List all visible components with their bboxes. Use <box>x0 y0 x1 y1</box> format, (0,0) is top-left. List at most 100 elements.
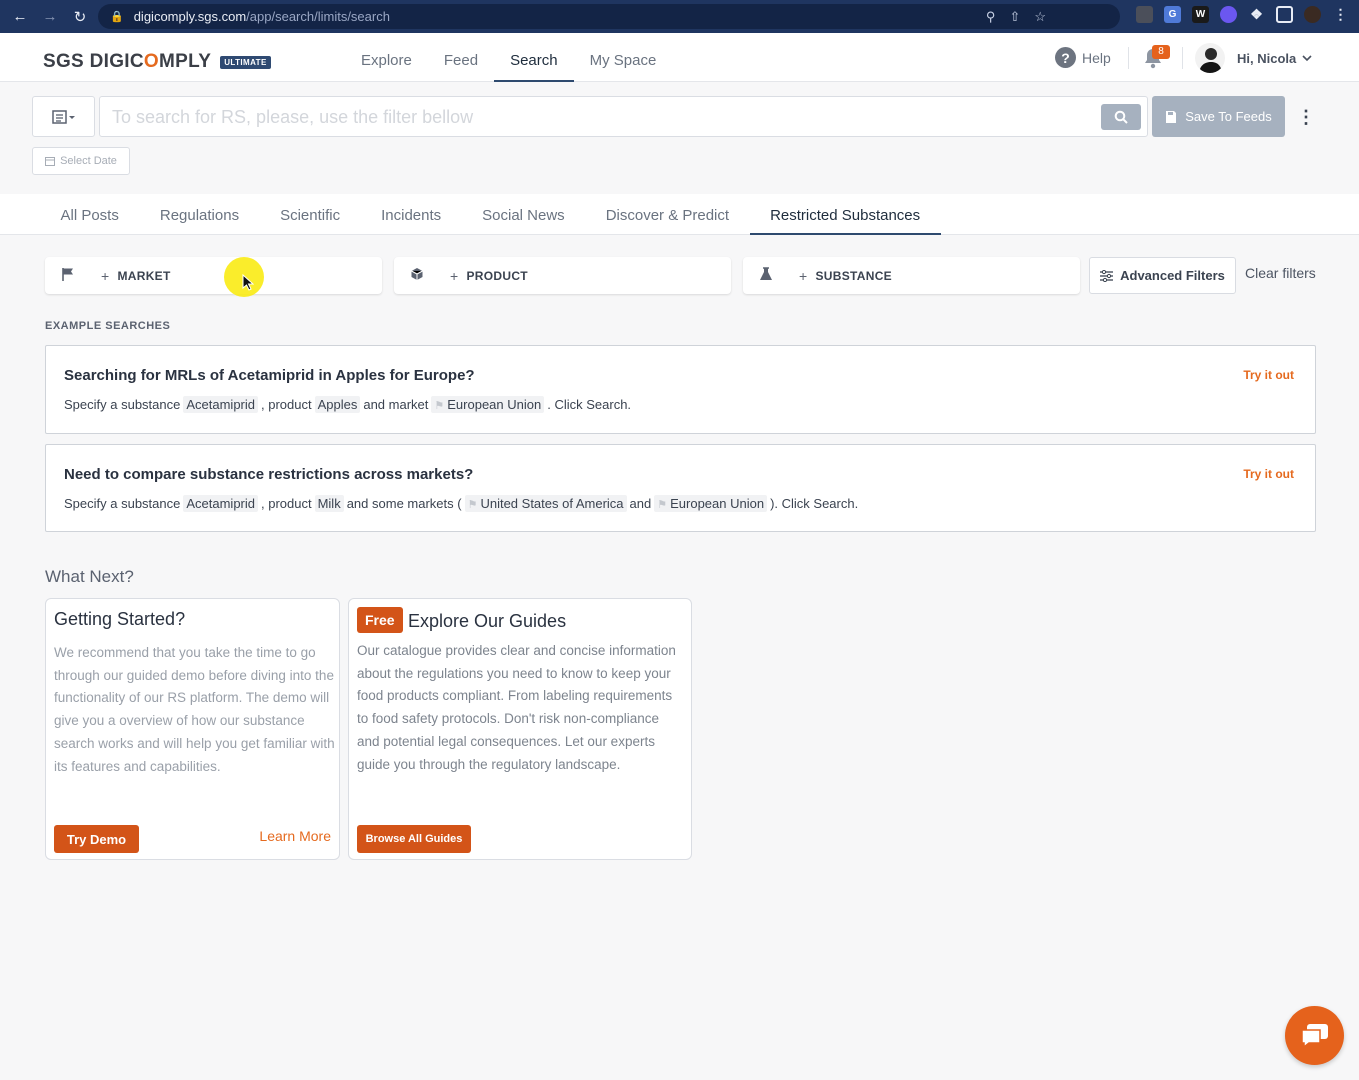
substance-filter[interactable]: + SUBSTANCE <box>743 257 1080 294</box>
avatar[interactable] <box>1195 43 1225 73</box>
search-type-dropdown[interactable] <box>32 96 95 137</box>
plus-icon: + <box>101 267 110 284</box>
sidebar-icon[interactable] <box>1276 6 1293 23</box>
lock-icon: 🔒 <box>110 11 124 23</box>
url-host: digicomply.sgs.com <box>133 9 247 24</box>
content-tabs: All Posts Regulations Scientific Inciden… <box>40 194 941 235</box>
browser-menu-icon[interactable]: ⋮ <box>1332 6 1349 23</box>
market-filter-label: MARKET <box>117 268 171 283</box>
market-chip: ⚑ European Union <box>431 396 545 413</box>
search-field <box>99 96 1148 137</box>
extension-icon[interactable] <box>1220 6 1237 23</box>
save-to-feeds-label: Save To Feeds <box>1185 109 1272 124</box>
extension-icon[interactable] <box>1136 6 1153 23</box>
share-icon[interactable]: ⇧ <box>1009 9 1020 25</box>
chevron-down-icon <box>1302 55 1312 62</box>
chat-widget-button[interactable] <box>1285 1006 1344 1065</box>
translate-extension-icon[interactable]: G <box>1164 6 1181 23</box>
logo-text-prefix: SGS DIGIC <box>43 51 144 72</box>
save-to-feeds-button[interactable]: Save To Feeds <box>1152 96 1285 137</box>
browser-toolbar: ← → ↻ 🔒 digicomply.sgs.com/app/search/li… <box>0 0 1359 33</box>
url-path: /app/search/limits/search <box>246 9 390 24</box>
box-icon <box>394 267 440 284</box>
example-title: Need to compare substance restrictions a… <box>64 466 474 483</box>
forward-arrow-icon[interactable]: → <box>42 8 58 25</box>
url-text: digicomply.sgs.com/app/search/limits/sea… <box>134 9 390 24</box>
clear-filters-link[interactable]: Clear filters <box>1245 265 1316 281</box>
app-header: SGS DIGIC O MPLY ULTIMATE Explore Feed Sea… <box>0 33 1359 82</box>
search-button[interactable] <box>1101 104 1141 130</box>
browser-nav-buttons: ← → ↻ <box>0 8 88 26</box>
more-options-icon[interactable]: ⋮ <box>1297 106 1315 128</box>
browse-all-guides-button[interactable]: Browse All Guides <box>357 825 471 853</box>
search-icon <box>1114 110 1128 124</box>
example-text: and <box>629 496 652 511</box>
sliders-icon <box>1100 269 1114 282</box>
content-tabs-bar: All Posts Regulations Scientific Inciden… <box>0 194 1359 235</box>
address-bar[interactable]: 🔒 digicomply.sgs.com/app/search/limits/s… <box>98 4 1120 29</box>
edition-badge: ULTIMATE <box>220 55 271 69</box>
example-description: Specify a substance Acetamiprid , produc… <box>64 396 631 413</box>
nav-feed[interactable]: Feed <box>428 33 494 82</box>
substance-chip: Acetamiprid <box>183 396 258 413</box>
card-title: Getting Started? <box>54 609 186 629</box>
nav-my-space[interactable]: My Space <box>574 33 673 82</box>
logo-o: O <box>143 51 159 72</box>
address-bar-icons: ⚲ ⇧ ☆ <box>986 4 1046 29</box>
logo-text-suffix: MPLY <box>158 51 212 72</box>
tab-regulations[interactable]: Regulations <box>139 194 259 235</box>
example-search-card: Need to compare substance restrictions a… <box>45 444 1316 532</box>
example-text: , product <box>261 496 312 511</box>
tab-restricted-substances[interactable]: Restricted Substances <box>749 194 941 235</box>
try-demo-button[interactable]: Try Demo <box>54 825 139 853</box>
flag-icon: ⚑ <box>657 499 668 511</box>
learn-more-link[interactable]: Learn More <box>259 828 331 844</box>
product-filter[interactable]: + PRODUCT <box>394 257 731 294</box>
flag-icon <box>45 267 91 284</box>
flag-icon: ⚑ <box>467 499 478 511</box>
flask-icon <box>743 267 789 284</box>
tab-discover-predict[interactable]: Discover & Predict <box>585 194 749 235</box>
market-chip-label: European Union <box>670 496 765 511</box>
example-text: and some markets ( <box>346 496 462 511</box>
profile-icon[interactable] <box>1304 6 1321 23</box>
tab-scientific[interactable]: Scientific <box>260 194 361 235</box>
example-text: Specify a substance <box>64 496 181 511</box>
example-search-card: Searching for MRLs of Acetamiprid in App… <box>45 345 1316 434</box>
search-input[interactable] <box>112 105 1092 129</box>
try-it-out-link[interactable]: Try it out <box>1243 368 1294 382</box>
select-date-button[interactable]: Select Date <box>32 147 130 175</box>
substance-filter-label: SUBSTANCE <box>815 268 892 283</box>
extension-icons: G W ❖ ⋮ <box>1136 6 1349 23</box>
main-nav: Explore Feed Search My Space <box>345 33 672 82</box>
puzzle-icon[interactable]: ❖ <box>1248 6 1265 23</box>
notification-count-badge: 8 <box>1152 45 1170 59</box>
bookmark-star-icon[interactable]: ☆ <box>1034 9 1046 25</box>
nav-search[interactable]: Search <box>494 33 574 82</box>
example-text: , product <box>261 397 312 412</box>
try-it-out-link[interactable]: Try it out <box>1243 467 1294 481</box>
advanced-filters-button[interactable]: Advanced Filters <box>1089 257 1236 294</box>
card-body: Our catalogue provides clear and concise… <box>357 643 676 772</box>
example-text: ). Click Search. <box>770 496 859 511</box>
zoom-icon[interactable]: ⚲ <box>986 9 996 25</box>
nav-explore[interactable]: Explore <box>345 33 428 82</box>
back-arrow-icon[interactable]: ← <box>12 8 28 25</box>
sgs-digicomply-logo[interactable]: SGS DIGIC O MPLY ULTIMATE <box>43 51 271 73</box>
help-link[interactable]: ? Help <box>1055 47 1111 68</box>
tab-social-news[interactable]: Social News <box>462 194 586 235</box>
select-date-label: Select Date <box>60 155 117 167</box>
chat-icon <box>1300 1023 1328 1049</box>
product-filter-label: PRODUCT <box>466 268 528 283</box>
header-divider <box>1128 47 1129 69</box>
w-extension-icon[interactable]: W <box>1192 6 1209 23</box>
user-menu[interactable]: Hi, Nicola <box>1237 51 1312 66</box>
reload-icon[interactable]: ↻ <box>72 8 88 26</box>
product-chip: Apples <box>314 396 361 413</box>
help-label: Help <box>1082 49 1111 66</box>
plus-icon: + <box>450 267 459 284</box>
market-filter[interactable]: + MARKET <box>45 257 382 294</box>
flag-icon: ⚑ <box>434 400 445 412</box>
tab-all-posts[interactable]: All Posts <box>40 194 139 235</box>
tab-incidents[interactable]: Incidents <box>361 194 462 235</box>
